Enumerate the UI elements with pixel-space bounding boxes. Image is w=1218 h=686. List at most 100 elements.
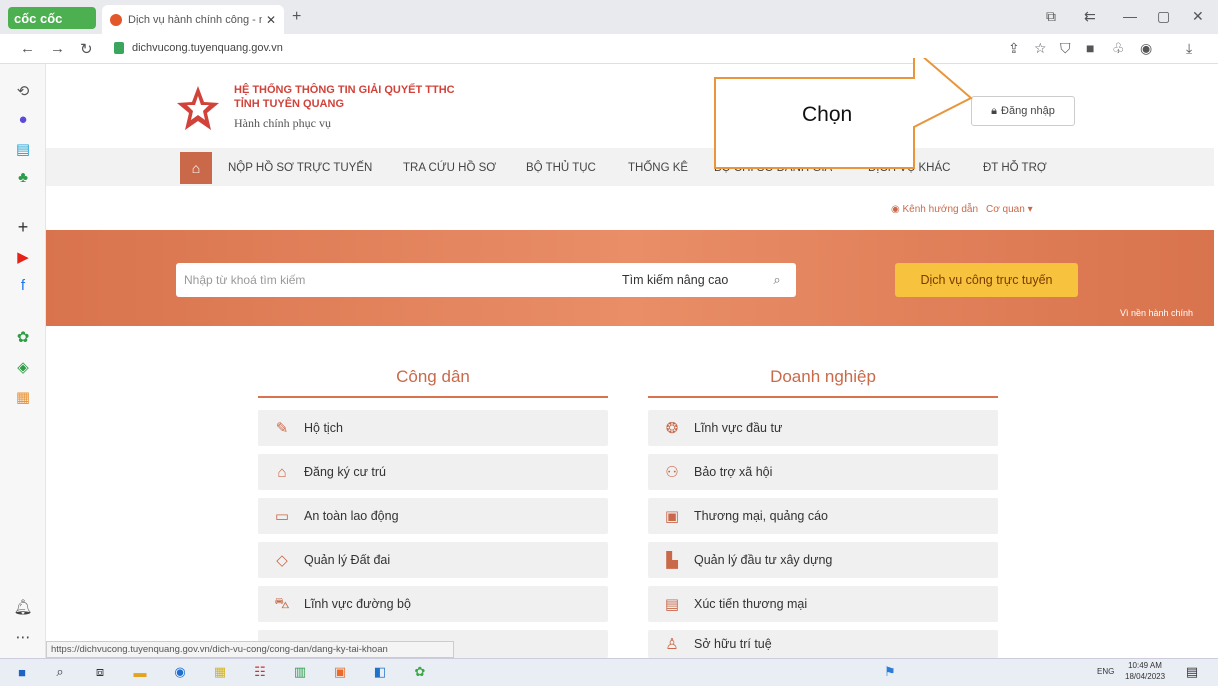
advanced-search-button[interactable]: Tìm kiếm nâng cao: [612, 263, 758, 297]
people-icon: ⚇: [665, 464, 679, 481]
url-field[interactable]: dichvucong.tuyenquang.gov.vn: [132, 42, 283, 54]
clock[interactable]: 10:49 AM 18/04/2023: [1125, 660, 1165, 682]
item-label: Hộ tịch: [304, 421, 343, 435]
app-taskbar-icon-4[interactable]: ▣: [330, 662, 350, 682]
facebook-icon[interactable]: f: [12, 274, 34, 296]
close-window-button[interactable]: ✕: [1192, 8, 1204, 25]
brand-province: TỈNH TUYÊN QUANG: [234, 98, 344, 110]
back-icon[interactable]: ←: [20, 40, 35, 57]
menu-item-statistics[interactable]: THỐNG KÊ: [628, 162, 688, 174]
business-item-social-welfare[interactable]: ⚇ Bảo trợ xã hội: [648, 454, 998, 490]
item-label: Quản lý Đất đai: [304, 553, 391, 567]
search-icon[interactable]: ⌕: [50, 662, 70, 682]
agency-dropdown[interactable]: Cơ quan ▾: [986, 204, 1033, 215]
promotion-icon: ▤: [664, 596, 680, 613]
land-icon: ◇: [276, 552, 288, 569]
citizen-item-road[interactable]: ⛍ Lĩnh vực đường bộ: [258, 586, 608, 622]
citizen-item-labor-safety[interactable]: ▭ An toàn lao động: [258, 498, 608, 534]
tray-icons[interactable]: ⚑: [880, 662, 900, 682]
add-icon[interactable]: +: [12, 216, 34, 238]
guide-link[interactable]: ◉ Kênh hướng dẫn: [891, 204, 978, 215]
site-logo[interactable]: [176, 84, 220, 134]
app-icon-3[interactable]: ▦: [12, 386, 34, 408]
app-icon-2[interactable]: ◈: [12, 356, 34, 378]
app-taskbar-icon-2[interactable]: ☷: [250, 662, 270, 682]
citizen-item-land[interactable]: ◇ Quản lý Đất đai: [258, 542, 608, 578]
item-label: Quản lý đầu tư xây dựng: [694, 553, 833, 567]
business-item-ip[interactable]: ♙ Sở hữu trí tuệ: [648, 630, 998, 658]
site-favicon-icon: [110, 13, 122, 26]
item-label: Xúc tiến thương mại: [694, 597, 808, 611]
minimize-button[interactable]: —: [1123, 8, 1137, 24]
business-item-construction[interactable]: ▙ Quản lý đầu tư xây dựng: [648, 542, 998, 578]
search-icon[interactable]: ⌕: [758, 263, 796, 297]
coccoc-taskbar-icon[interactable]: ✿: [410, 662, 430, 682]
item-label: Thương mại, quảng cáo: [694, 509, 829, 523]
car-icon: ⛍: [274, 594, 290, 612]
business-item-investment[interactable]: ❂ Lĩnh vực đầu tư: [648, 410, 998, 446]
business-item-trade-promotion[interactable]: ▤ Xúc tiến thương mại: [648, 586, 998, 622]
citizen-divider: [258, 396, 608, 398]
item-label: Bảo trợ xã hội: [694, 465, 773, 479]
citizen-item-civil-status[interactable]: ✎ Hộ tịch: [258, 410, 608, 446]
back-arrows-icon[interactable]: ⇇: [1084, 8, 1096, 25]
lock-icon: 🔒︎: [991, 104, 998, 117]
login-button[interactable]: 🔒︎ Đăng nhập: [971, 96, 1075, 126]
notification-center-icon[interactable]: ▤: [1182, 662, 1202, 682]
history-icon[interactable]: ⟲: [12, 80, 34, 102]
menu-item-submit[interactable]: NỘP HỒ SƠ TRỰC TUYẾN: [228, 162, 372, 174]
home-icon[interactable]: ⌂: [180, 152, 212, 184]
chrome-icon[interactable]: ◉: [170, 662, 190, 682]
new-tab-button[interactable]: +: [292, 8, 301, 26]
browser-tab[interactable]: Dịch vụ hành chính công - m ✕: [102, 5, 284, 34]
more-icon[interactable]: ⋯: [12, 626, 34, 648]
notification-bell-icon[interactable]: 🔔︎: [12, 596, 34, 618]
download-icon[interactable]: ⤓: [1186, 40, 1192, 57]
share-icon[interactable]: ⇪: [1008, 40, 1020, 57]
close-tab-icon[interactable]: ✕: [266, 13, 276, 27]
status-bar-url: https://dichvucong.tuyenquang.gov.vn/dic…: [46, 641, 454, 658]
menu-item-lookup[interactable]: TRA CỨU HỒ SƠ: [403, 162, 496, 174]
residence-icon: ⌂: [277, 463, 287, 481]
menu-item-procedures[interactable]: BỘ THỦ TỤC: [526, 162, 596, 174]
calendar-icon[interactable]: ▤: [12, 138, 34, 160]
app-taskbar-icon-1[interactable]: ▦: [210, 662, 230, 682]
menu-item-support[interactable]: ĐT HỖ TRỢ: [983, 162, 1047, 174]
app-icon-1[interactable]: ✿: [12, 326, 34, 348]
puzzle-icon[interactable]: ♧: [1112, 40, 1125, 57]
messenger-icon[interactable]: ●: [12, 108, 34, 130]
trade-icon: ▣: [664, 508, 680, 525]
citizen-item-residence[interactable]: ⌂ Đăng ký cư trú: [258, 454, 608, 490]
business-item-trade[interactable]: ▣ Thương mại, quảng cáo: [648, 498, 998, 534]
item-label: An toàn lao động: [304, 509, 399, 523]
online-services-button[interactable]: Dịch vụ công trực tuyến: [895, 263, 1078, 297]
brand-title: HỆ THỐNG THÔNG TIN GIẢI QUYẾT TTHC: [234, 84, 455, 96]
lock-icon: [114, 42, 124, 54]
games-icon[interactable]: ♣: [12, 166, 34, 188]
login-label: Đăng nhập: [1001, 105, 1055, 117]
forward-icon[interactable]: →: [50, 40, 65, 57]
file-explorer-icon[interactable]: ▬: [130, 662, 150, 682]
task-view-icon[interactable]: ⧈: [90, 662, 110, 682]
reload-icon[interactable]: ↻: [80, 40, 93, 58]
extension-icon[interactable]: ■: [1086, 40, 1094, 56]
annotation-text: Chọn: [802, 103, 853, 126]
app-taskbar-icon-5[interactable]: ◧: [370, 662, 390, 682]
business-heading: Doanh nghiệp: [770, 367, 876, 386]
cast-icon[interactable]: ⧉: [1046, 8, 1056, 25]
shield-icon[interactable]: ⛉: [1060, 40, 1071, 57]
language-indicator[interactable]: ENG: [1097, 667, 1114, 676]
bookmark-star-icon[interactable]: ☆: [1034, 40, 1047, 57]
person-icon: ♙: [665, 636, 679, 653]
app-taskbar-icon-3[interactable]: ▥: [290, 662, 310, 682]
profile-icon[interactable]: ◉: [1140, 40, 1152, 57]
guide-label: Kênh hướng dẫn: [902, 204, 979, 215]
browser-logo[interactable]: cốc cốc: [8, 7, 96, 29]
clock-date: 18/04/2023: [1125, 672, 1166, 681]
windows-start-icon[interactable]: ■: [12, 662, 32, 682]
brand-slogan: Hành chính phục vụ: [234, 116, 331, 130]
search-input[interactable]: Nhập từ khoá tìm kiếm: [176, 263, 612, 297]
maximize-button[interactable]: ▢: [1157, 8, 1170, 25]
youtube-icon[interactable]: ▶: [12, 246, 34, 268]
tab-title: Dịch vụ hành chính công - m: [128, 13, 262, 26]
